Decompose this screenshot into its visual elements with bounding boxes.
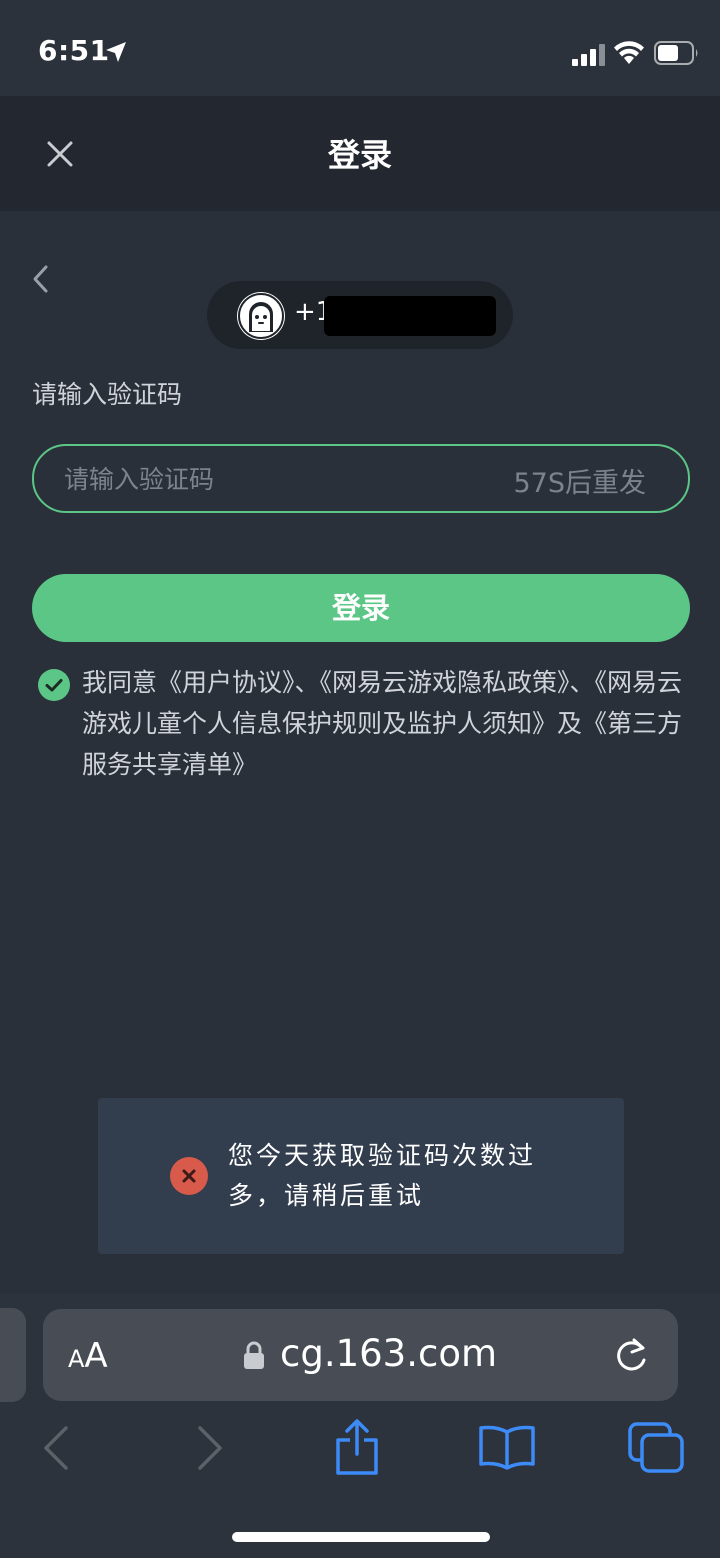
agreement-checkbox[interactable] [38, 669, 70, 701]
chevron-left-icon[interactable] [28, 262, 54, 296]
error-icon [170, 1157, 208, 1195]
home-indicator [232, 1532, 490, 1542]
previous-tab-edge[interactable] [0, 1308, 26, 1402]
toast-message: 您今天获取验证码次数过多，请稍后重试 [228, 1141, 537, 1210]
agreement-text[interactable]: 我同意《用户协议》、《网易云游戏隐私政策》、《网易云游戏儿童个人信息保护规则及监… [82, 662, 682, 785]
back-icon[interactable] [40, 1424, 72, 1472]
page-title: 登录 [327, 136, 392, 174]
resend-countdown: 57S后重发 [513, 468, 647, 499]
tabs-icon[interactable] [628, 1422, 686, 1474]
login-button[interactable]: 登录 [32, 574, 690, 642]
code-label: 请输入验证码 [32, 380, 183, 409]
text-size-button[interactable]: AA [68, 1336, 108, 1376]
bookmarks-icon[interactable] [478, 1424, 536, 1470]
lock-icon [244, 1341, 264, 1369]
battery-icon [654, 41, 698, 65]
phone-number-redaction [324, 296, 496, 336]
checkmark-icon [45, 679, 63, 692]
location-arrow-icon [106, 42, 126, 62]
signal-icon [572, 44, 605, 66]
wifi-icon [614, 41, 644, 64]
forward-icon[interactable] [194, 1424, 226, 1472]
url-text[interactable]: cg.163.com [280, 1332, 497, 1375]
ghost-avatar-icon [237, 292, 285, 340]
code-field: 57S后重发 [32, 444, 690, 513]
code-input[interactable] [62, 446, 486, 513]
status-time: 6:51 [38, 34, 110, 67]
share-icon[interactable] [332, 1418, 382, 1476]
reload-icon[interactable] [612, 1334, 650, 1376]
